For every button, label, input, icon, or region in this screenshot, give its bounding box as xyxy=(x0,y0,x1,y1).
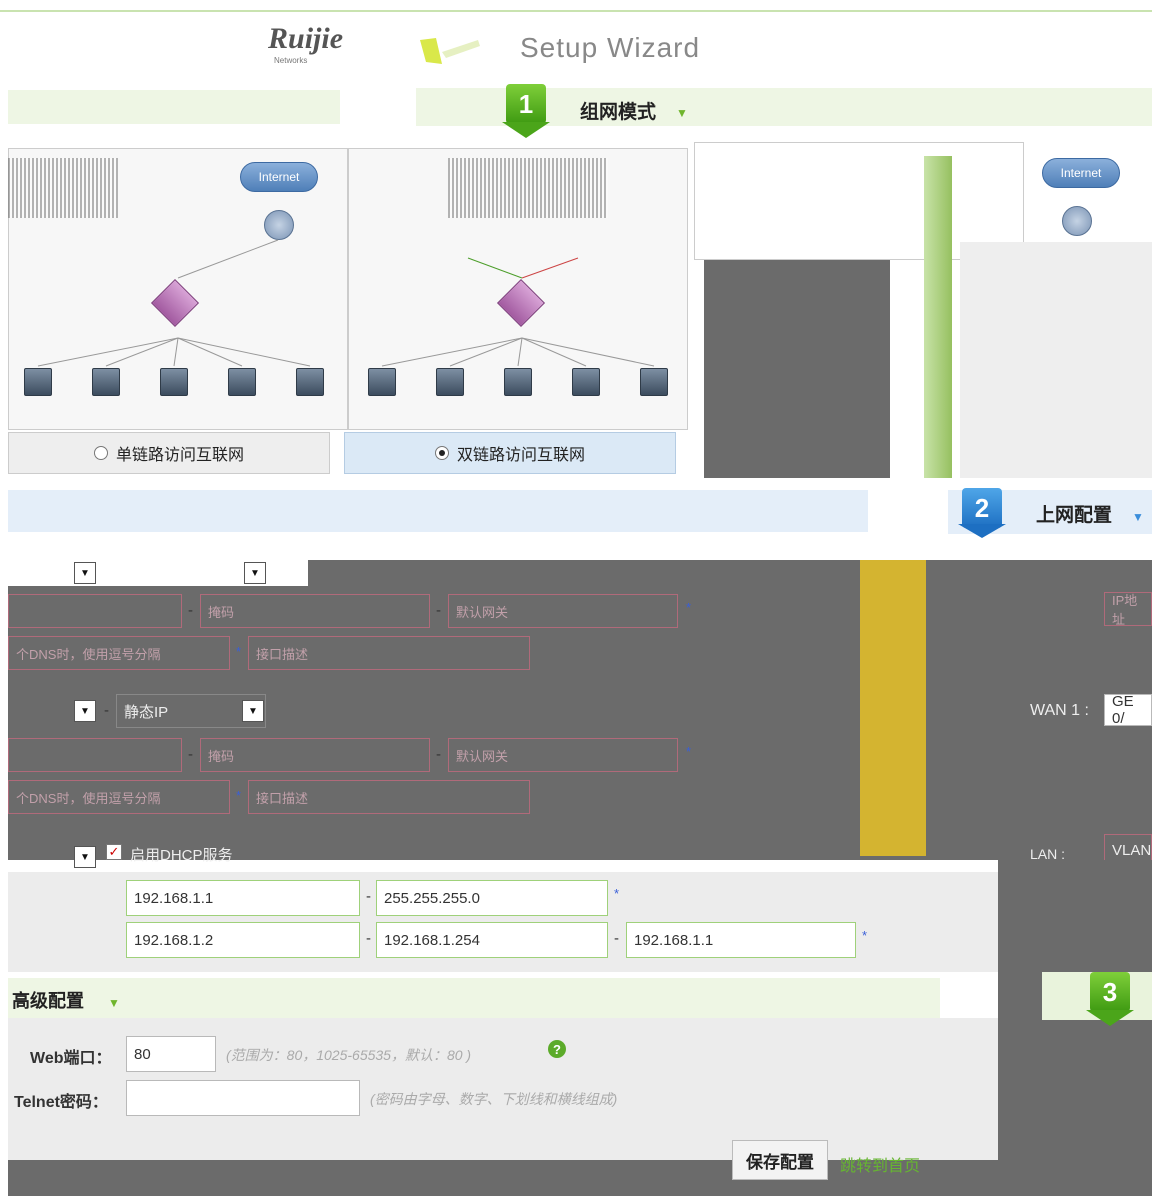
help-icon[interactable]: ? xyxy=(548,1040,566,1058)
wan1-interface-select[interactable]: GE 0/ xyxy=(1104,693,1152,727)
dash: - xyxy=(104,702,109,719)
logo-subtext: Networks xyxy=(274,56,308,65)
wan2-dns-field[interactable]: 个DNS时，使用逗号分隔 xyxy=(8,780,230,814)
telnet-password-hint: (密码由字母、数字、下划线和横线组成) xyxy=(370,1091,618,1107)
required-star: * xyxy=(862,928,868,943)
lan-dropdown-icon[interactable]: ▼ xyxy=(74,846,96,868)
advanced-title[interactable]: 高级配置 xyxy=(12,987,84,1013)
option-dual-link[interactable]: 双链路访问互联网 xyxy=(344,432,676,474)
option-single-link[interactable]: 单链路访问互联网 xyxy=(8,432,330,474)
right-lower-column xyxy=(998,860,1152,1196)
wizard-wand-icon xyxy=(416,34,486,68)
wan1-ip-field[interactable] xyxy=(8,594,182,628)
web-port-input[interactable]: 80 xyxy=(126,1036,216,1072)
wan2-ip-field[interactable] xyxy=(8,738,182,772)
wan1-ip-right[interactable]: IP地址 xyxy=(1104,592,1152,627)
dash: - xyxy=(436,746,441,763)
step2-badge: 2 xyxy=(952,488,1012,542)
advanced-caret-icon[interactable]: ▼ xyxy=(108,996,120,1010)
step2-bar-left xyxy=(8,490,868,532)
wan1-gateway-field[interactable]: 默认网关 xyxy=(448,594,678,628)
page-title: Setup Wizard xyxy=(520,32,701,63)
wan1-dns-field[interactable]: 个DNS时，使用逗号分隔 xyxy=(8,636,230,670)
step2-title[interactable]: 上网配置 xyxy=(1036,500,1112,527)
dash: - xyxy=(366,888,371,905)
required-star: * xyxy=(686,600,692,615)
step1-bar-left xyxy=(8,90,340,124)
wan2-dropdown-icon[interactable]: ▼ xyxy=(74,700,96,722)
diagram-right: Internet xyxy=(694,142,1152,478)
required-star: * xyxy=(614,886,620,901)
option-single-label: 单链路访问互联网 xyxy=(115,447,244,464)
step1-badge: 1 xyxy=(494,84,558,138)
row1-dropdown2-icon[interactable]: ▼ xyxy=(244,562,266,584)
diagram-dual xyxy=(348,148,688,430)
lan-ip-field[interactable]: 192.168.1.1 xyxy=(126,880,360,916)
wan1-desc-field[interactable]: 接口描述 xyxy=(248,636,530,670)
radio-single[interactable] xyxy=(93,446,108,460)
dash: - xyxy=(366,930,371,947)
step3-badge: 3 xyxy=(1078,972,1142,1028)
option-dual-label: 双链路访问互联网 xyxy=(456,447,585,464)
logo-text: Ruijie xyxy=(268,22,344,55)
step1-caret-icon[interactable]: ▼ xyxy=(676,106,688,120)
logo: Ruijie Networks xyxy=(268,22,388,72)
wan1-label: WAN 1 : xyxy=(1030,702,1089,719)
dhcp-pool-end-field[interactable]: 192.168.1.254 xyxy=(376,922,608,958)
dhcp-label[interactable]: 启用DHCP服务 xyxy=(130,844,233,865)
step2-caret-icon[interactable]: ▼ xyxy=(1132,510,1144,524)
dhcp-pool-start-field[interactable]: 192.168.1.2 xyxy=(126,922,360,958)
wan2-desc-field[interactable]: 接口描述 xyxy=(248,780,530,814)
dash: - xyxy=(436,602,441,619)
step2-number: 2 xyxy=(962,488,1002,528)
top-rule xyxy=(0,10,1152,12)
lan-mask-field[interactable]: 255.255.255.0 xyxy=(376,880,608,916)
step3-number: 3 xyxy=(1090,972,1130,1012)
required-star: * xyxy=(686,744,692,759)
required-star: * xyxy=(236,788,242,803)
step1-number: 1 xyxy=(506,84,546,124)
web-port-label: Web端口： xyxy=(30,1050,112,1067)
dash: - xyxy=(188,602,193,619)
dhcp-gateway-field[interactable]: 192.168.1.1 xyxy=(626,922,856,958)
skip-to-home-link[interactable]: 跳转到首页 xyxy=(840,1152,920,1176)
wan2-gateway-field[interactable]: 默认网关 xyxy=(448,738,678,772)
router-icon xyxy=(1062,206,1092,236)
wan2-type-dropdown-icon[interactable]: ▼ xyxy=(242,700,264,722)
diagram-single: Internet xyxy=(8,148,348,430)
save-config-button[interactable]: 保存配置 xyxy=(732,1140,828,1180)
dash: - xyxy=(614,930,619,947)
required-star: * xyxy=(236,644,242,659)
telnet-password-label: Telnet密码： xyxy=(14,1094,108,1111)
gold-column xyxy=(860,560,926,856)
advanced-bar xyxy=(8,978,940,1018)
step1-title[interactable]: 组网模式 xyxy=(580,97,656,124)
web-port-hint: (范围为：80，1025-65535，默认：80 ) xyxy=(226,1047,472,1063)
dash: - xyxy=(188,746,193,763)
row1-dropdown-icon[interactable]: ▼ xyxy=(74,562,96,584)
telnet-password-input[interactable] xyxy=(126,1080,360,1116)
wan1-mask-field[interactable]: 掩码 xyxy=(200,594,430,628)
internet-cloud-icon: Internet xyxy=(1042,158,1120,188)
wan2-mask-field[interactable]: 掩码 xyxy=(200,738,430,772)
radio-dual[interactable] xyxy=(434,446,449,460)
dhcp-checkbox[interactable]: ✓ xyxy=(106,844,122,860)
